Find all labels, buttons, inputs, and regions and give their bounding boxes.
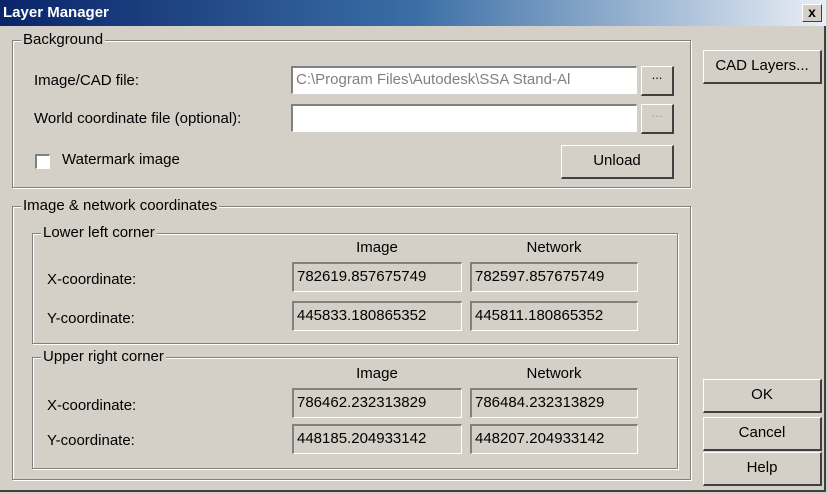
lower-left-x-label: X-coordinate: [47,271,137,288]
lower-left-legend: Lower left corner [41,224,157,242]
upper-right-x-label: X-coordinate: [47,397,137,414]
background-legend: Background [21,31,106,49]
window-title: Layer Manager [3,4,109,21]
coordinates-legend: Image & network coordinates [21,197,220,215]
watermark-label: Watermark image [62,151,180,168]
layer-manager-dialog: Layer Manager x Background Image/CAD fil… [0,0,826,492]
world-file-browse-button[interactable]: ... [641,104,674,134]
world-file-label: World coordinate file (optional): [34,110,242,127]
cancel-button[interactable]: Cancel [703,417,822,451]
lower-left-y-network[interactable]: 445811.180865352 [470,301,638,331]
help-button[interactable]: Help [703,452,822,486]
unload-button[interactable]: Unload [561,145,674,179]
upper-right-legend: Upper right corner [41,348,166,366]
lower-left-y-image[interactable]: 445833.180865352 [292,301,462,331]
upper-right-network-header: Network [526,365,582,382]
upper-right-x-image[interactable]: 786462.232313829 [292,388,462,418]
image-file-label: Image/CAD file: [34,72,140,89]
lower-left-x-network[interactable]: 782597.857675749 [470,262,638,292]
lower-left-network-header: Network [526,239,582,256]
world-file-input[interactable] [291,104,637,132]
image-file-input[interactable]: C:\Program Files\Autodesk\SSA Stand-Al [291,66,637,94]
upper-right-y-label: Y-coordinate: [47,432,135,449]
upper-right-image-header: Image [356,365,398,382]
watermark-checkbox[interactable] [35,154,50,169]
ok-button[interactable]: OK [703,379,822,413]
upper-right-y-image[interactable]: 448185.204933142 [292,424,462,454]
title-bar[interactable]: Layer Manager x [0,0,826,26]
lower-left-image-header: Image [356,239,398,256]
lower-left-x-image[interactable]: 782619.857675749 [292,262,462,292]
upper-right-y-network[interactable]: 448207.204933142 [470,424,638,454]
cad-layers-button[interactable]: CAD Layers... [703,50,822,84]
lower-left-y-label: Y-coordinate: [47,310,135,327]
upper-right-x-network[interactable]: 786484.232313829 [470,388,638,418]
close-button[interactable]: x [802,4,822,22]
image-file-browse-button[interactable]: ... [641,66,674,96]
